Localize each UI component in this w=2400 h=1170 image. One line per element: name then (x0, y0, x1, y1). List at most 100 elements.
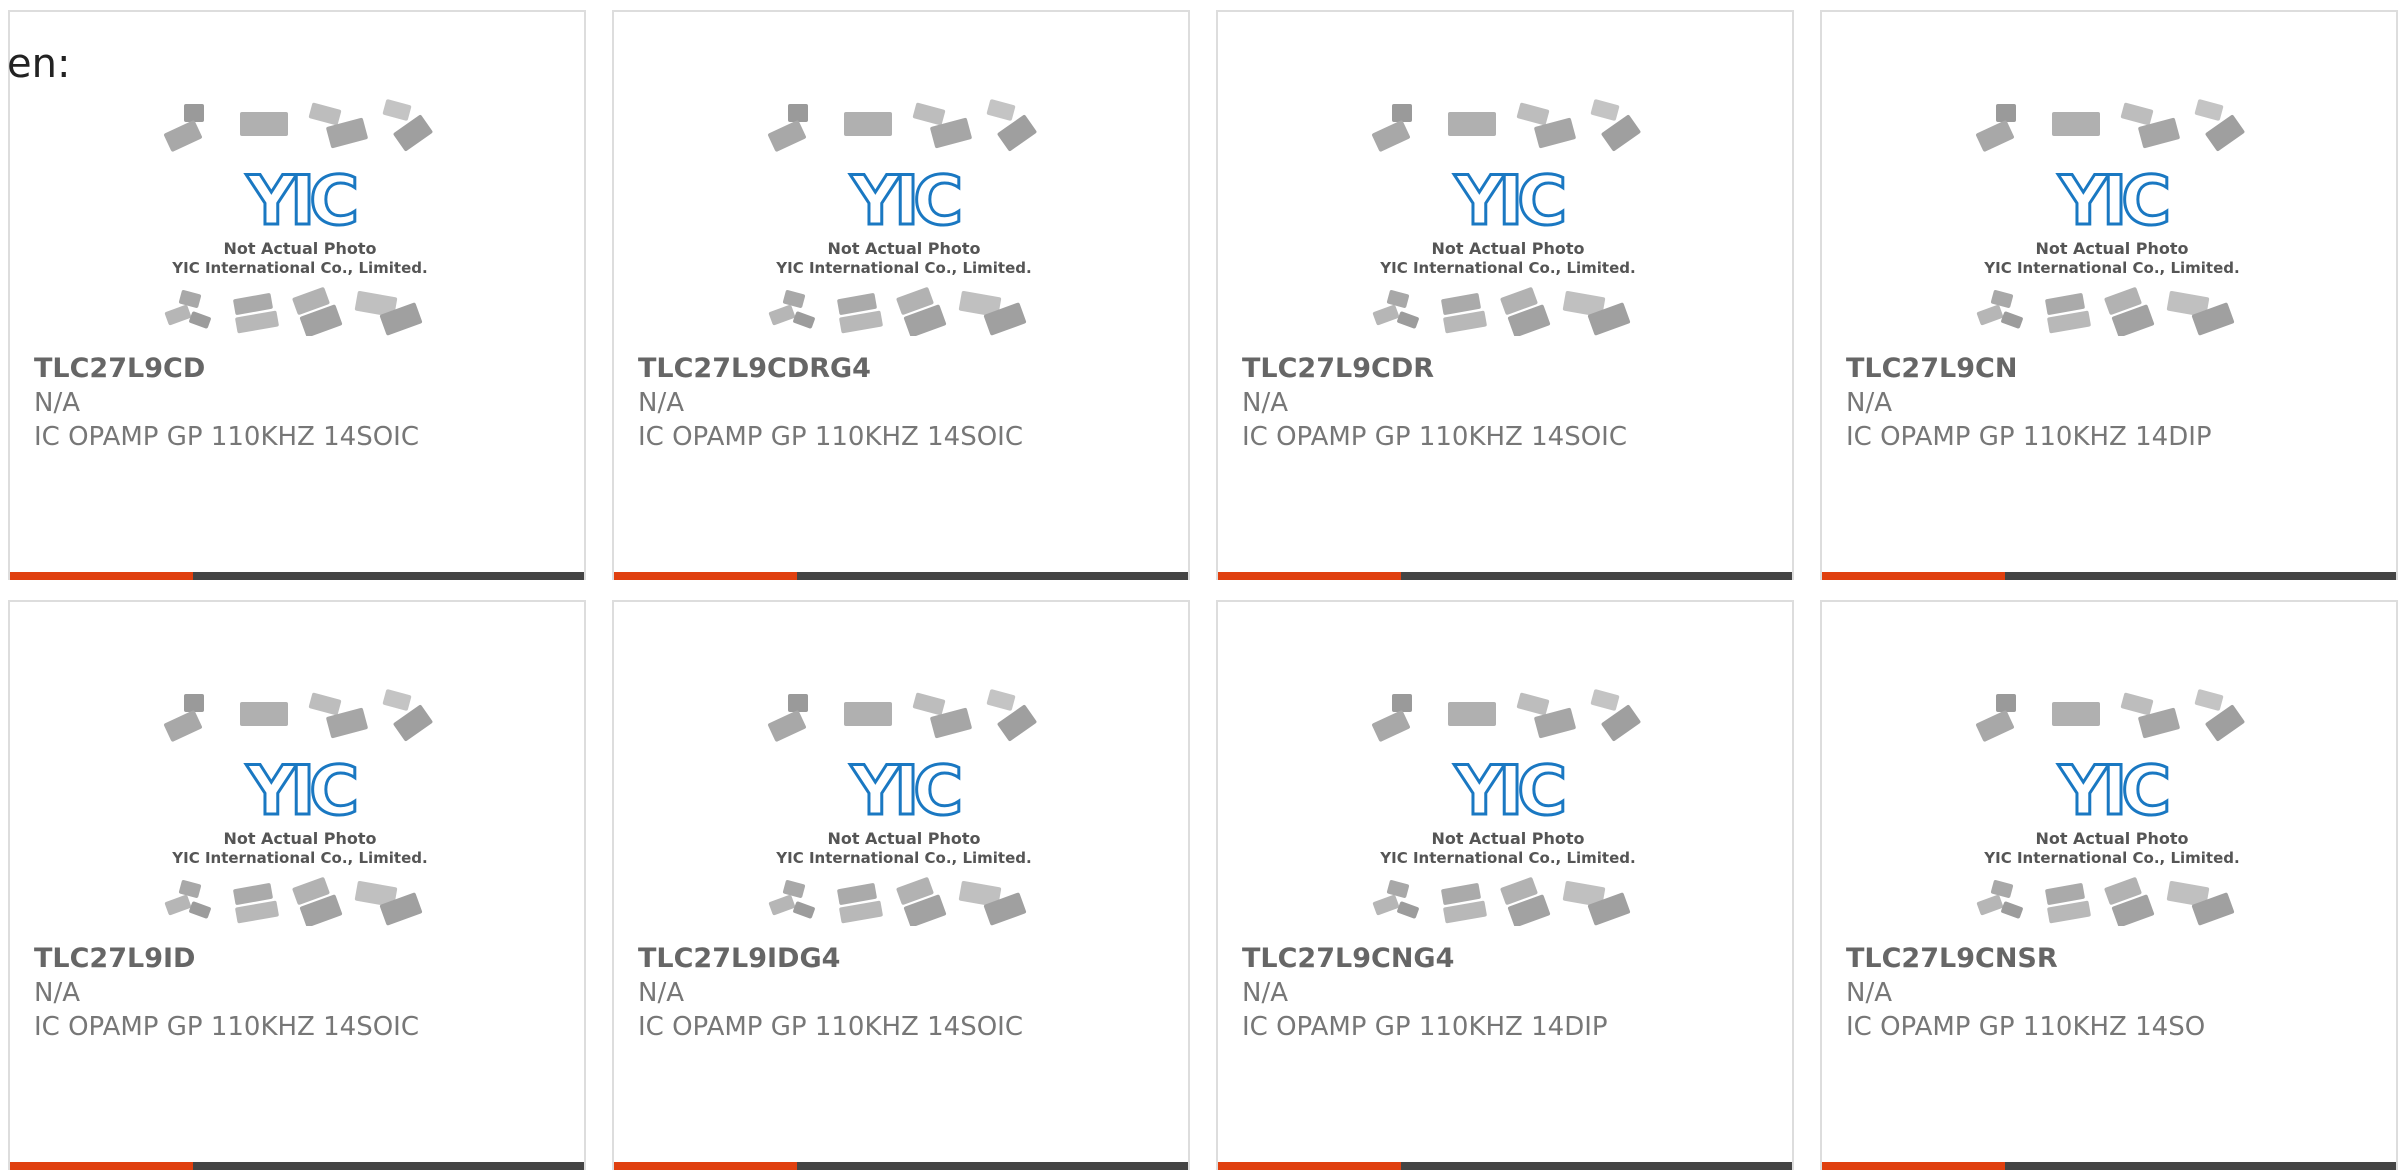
placeholder-caption-line2: YIC International Co., Limited. (1983, 259, 2239, 277)
product-info: TLC27L9IDG4 N/A IC OPAMP GP 110KHZ 14SOI… (638, 942, 1168, 1044)
yic-placeholder-image: YICNot Actual PhotoYIC International Co.… (164, 99, 433, 336)
ic-chip-icon (1441, 293, 1481, 315)
ic-chip-icon (393, 115, 433, 151)
ic-chip-icon (997, 705, 1037, 741)
manufacturer: N/A (1846, 978, 1892, 1008)
ic-chip-icon (1601, 115, 1641, 151)
part-number[interactable]: TLC27L9ID (34, 942, 564, 976)
yic-placeholder-image: YICNot Actual PhotoYIC International Co.… (1976, 99, 2245, 336)
ic-chip-icon (2045, 883, 2085, 905)
ic-chip-icon (240, 112, 288, 136)
product-image[interactable]: YIC Not Actual Photo YIC International Co.… (1972, 686, 2252, 926)
ic-chip-icon (788, 694, 808, 712)
product-card[interactable]: YIC Not Actual Photo YIC International Co.… (612, 10, 1190, 580)
description: IC OPAMP GP 110KHZ 14SOIC (1242, 422, 1627, 452)
product-card[interactable]: YIC Not Actual Photo YIC International Co.… (1216, 600, 1794, 1170)
product-card[interactable]: YIC Not Actual Photo YIC International Co.… (8, 10, 586, 580)
card-bottom-bar (1218, 572, 1792, 580)
placeholder-caption-line2: YIC International Co., Limited. (1379, 259, 1635, 277)
product-info: TLC27L9CDR N/A IC OPAMP GP 110KHZ 14SOIC (1242, 352, 1772, 454)
ic-chip-icon (1372, 710, 1410, 742)
card-bottom-bar (1822, 1162, 2396, 1170)
ic-chip-icon (240, 702, 288, 726)
ic-chip-icon (189, 311, 211, 329)
ic-chip-icon (1516, 692, 1550, 716)
yic-logo: YIC (850, 752, 960, 831)
ic-chip-icon (382, 689, 412, 711)
product-image[interactable]: YIC Not Actual Photo YIC International Co.… (1368, 686, 1648, 926)
ic-chip-icon (1976, 710, 2014, 742)
ic-chip-icon (986, 689, 1016, 711)
ic-chip-icon (2120, 102, 2154, 126)
placeholder-caption-line1: Not Actual Photo (827, 239, 980, 258)
product-info: TLC27L9CN N/A IC OPAMP GP 110KHZ 14DIP (1846, 352, 2376, 454)
ic-chip-icon (164, 304, 192, 326)
ic-chip-icon (1601, 705, 1641, 741)
product-image[interactable]: YIC Not Actual Photo YIC International Co.… (764, 96, 1044, 336)
part-number[interactable]: TLC27L9CNG4 (1242, 942, 1772, 976)
ic-chip-icon (1976, 894, 2004, 916)
part-number[interactable]: TLC27L9IDG4 (638, 942, 1168, 976)
ic-chip-icon (1392, 694, 1412, 712)
ic-chip-icon (844, 702, 892, 726)
product-card[interactable]: YIC Not Actual Photo YIC International Co.… (1820, 10, 2398, 580)
ic-chip-icon (1386, 290, 1410, 308)
ic-chip-icon (1976, 120, 2014, 152)
ic-chip-icon (1516, 102, 1550, 126)
ic-chip-icon (2045, 293, 2085, 315)
ic-chip-icon (837, 293, 877, 315)
ic-chip-icon (164, 894, 192, 916)
placeholder-caption-line1: Not Actual Photo (223, 239, 376, 258)
ic-chip-icon (768, 710, 806, 742)
product-card[interactable]: YIC Not Actual Photo YIC International Co.… (8, 600, 586, 1170)
card-bottom-bar (614, 572, 1188, 580)
ic-chip-icon (1976, 304, 2004, 326)
ic-chip-icon (178, 290, 202, 308)
ic-chip-icon (1996, 694, 2016, 712)
ic-chip-icon (1386, 880, 1410, 898)
ic-chip-icon (1590, 689, 1620, 711)
product-info: TLC27L9CD N/A IC OPAMP GP 110KHZ 14SOIC (34, 352, 564, 454)
ic-chip-icon (184, 694, 204, 712)
yic-logo: YIC (246, 162, 356, 241)
product-image[interactable]: YIC Not Actual Photo YIC International Co.… (160, 686, 440, 926)
ic-chip-icon (2052, 702, 2100, 726)
placeholder-caption-line1: Not Actual Photo (1431, 239, 1584, 258)
description: IC OPAMP GP 110KHZ 14DIP (1242, 1012, 1608, 1042)
product-card[interactable]: YIC Not Actual Photo YIC International Co.… (1820, 600, 2398, 1170)
product-image[interactable]: YIC Not Actual Photo YIC International Co.… (160, 96, 440, 336)
ic-chip-icon (233, 293, 273, 315)
product-image[interactable]: YIC Not Actual Photo YIC International Co.… (764, 686, 1044, 926)
placeholder-caption-line2: YIC International Co., Limited. (1379, 849, 1635, 867)
ic-chip-icon (164, 710, 202, 742)
placeholder-caption-line1: Not Actual Photo (223, 829, 376, 848)
ic-chip-icon (1996, 104, 2016, 122)
yic-logo: YIC (1454, 752, 1564, 831)
yic-logo: YIC (1454, 162, 1564, 241)
ic-chip-icon (1590, 99, 1620, 121)
ic-chip-icon (1397, 311, 1419, 329)
product-card[interactable]: YIC Not Actual Photo YIC International Co.… (612, 600, 1190, 1170)
yic-placeholder-image: YICNot Actual PhotoYIC International Co.… (164, 689, 433, 926)
part-number[interactable]: TLC27L9CDRG4 (638, 352, 1168, 386)
ic-chip-icon (382, 99, 412, 121)
ic-chip-icon (768, 120, 806, 152)
placeholder-caption-line2: YIC International Co., Limited. (775, 849, 1031, 867)
ic-chip-icon (189, 901, 211, 919)
description: IC OPAMP GP 110KHZ 14SO (1846, 1012, 2206, 1042)
part-number[interactable]: TLC27L9CDR (1242, 352, 1772, 386)
card-bottom-bar (10, 1162, 584, 1170)
product-image[interactable]: YIC Not Actual Photo YIC International Co.… (1368, 96, 1648, 336)
part-number[interactable]: TLC27L9CD (34, 352, 564, 386)
product-card[interactable]: YIC Not Actual Photo YIC International Co.… (1216, 10, 1794, 580)
ic-chip-icon (164, 120, 202, 152)
ic-chip-icon (986, 99, 1016, 121)
part-number[interactable]: TLC27L9CNSR (1846, 942, 2376, 976)
ic-chip-icon (1441, 883, 1481, 905)
ic-chip-icon (184, 104, 204, 122)
product-image[interactable]: YIC Not Actual Photo YIC International Co.… (1972, 96, 2252, 336)
ic-chip-icon (178, 880, 202, 898)
product-info: TLC27L9CNG4 N/A IC OPAMP GP 110KHZ 14DIP (1242, 942, 1772, 1044)
part-number[interactable]: TLC27L9CN (1846, 352, 2376, 386)
card-bottom-bar (10, 572, 584, 580)
